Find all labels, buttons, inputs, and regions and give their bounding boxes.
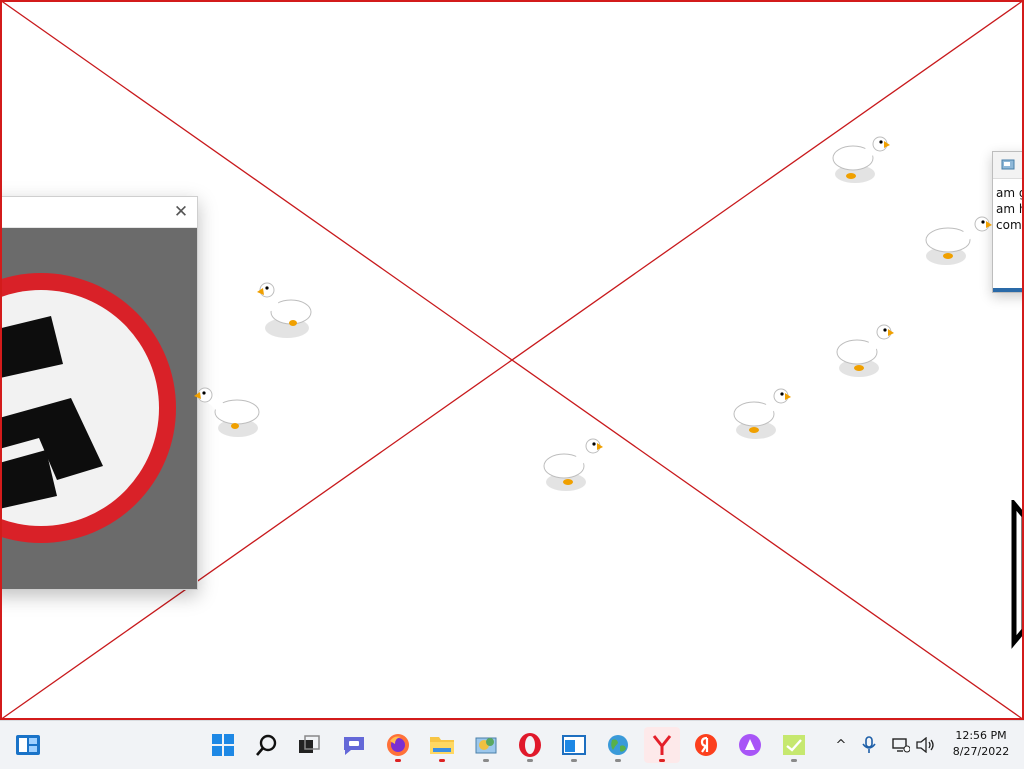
goose-sprite bbox=[832, 136, 890, 183]
clock[interactable]: 12:56 PM 8/27/2022 bbox=[943, 728, 1019, 760]
close-button[interactable]: ✕ bbox=[171, 202, 191, 222]
app-icon bbox=[1001, 159, 1015, 170]
note-icon[interactable] bbox=[776, 727, 812, 763]
popup-image bbox=[0, 228, 197, 589]
network-icon[interactable] bbox=[890, 721, 912, 769]
running-indicator bbox=[439, 759, 445, 762]
goose-sprite bbox=[925, 216, 992, 265]
goose-sprite bbox=[733, 388, 791, 439]
goose-sprite bbox=[543, 438, 603, 491]
goose-sprite bbox=[836, 324, 894, 377]
volume-icon[interactable] bbox=[915, 721, 937, 769]
goose-sprite bbox=[194, 387, 260, 437]
prohibited-symbol-image bbox=[0, 228, 197, 588]
globe-icon[interactable] bbox=[600, 727, 636, 763]
file-explorer-icon[interactable] bbox=[424, 727, 460, 763]
running-indicator bbox=[791, 759, 797, 762]
image-popup-window[interactable]: ✕ bbox=[0, 196, 198, 590]
clock-time: 12:56 PM bbox=[955, 729, 1007, 742]
message-window[interactable]: am g am h comp bbox=[992, 151, 1024, 293]
widgets-icon[interactable] bbox=[10, 727, 46, 763]
running-indicator bbox=[571, 759, 577, 762]
desktop: ✕ am g am h comp bbox=[0, 0, 1024, 720]
task-view-icon[interactable] bbox=[291, 727, 327, 763]
running-indicator bbox=[659, 759, 665, 762]
control-panel-icon[interactable] bbox=[468, 727, 504, 763]
running-indicator bbox=[483, 759, 489, 762]
opera-icon[interactable] bbox=[512, 727, 548, 763]
goose-sprite bbox=[257, 282, 312, 338]
clock-date: 8/27/2022 bbox=[952, 745, 1010, 758]
running-indicator bbox=[527, 759, 533, 762]
search-icon[interactable] bbox=[249, 727, 285, 763]
show-hidden-icons-chevron[interactable]: ^ bbox=[830, 721, 852, 769]
microphone-icon[interactable] bbox=[858, 721, 880, 769]
firefox-icon[interactable] bbox=[380, 727, 416, 763]
app-window-icon[interactable] bbox=[556, 727, 592, 763]
cursor-icon bbox=[1011, 500, 1024, 649]
window-accent-bar bbox=[993, 288, 1024, 292]
message-window-titlebar[interactable] bbox=[993, 152, 1024, 179]
taskbar: ^ 12:56 PM 8/27/2022 bbox=[0, 720, 1024, 769]
running-indicator bbox=[395, 759, 401, 762]
alice-icon[interactable] bbox=[732, 727, 768, 763]
chat-icon[interactable] bbox=[336, 727, 372, 763]
start-icon[interactable] bbox=[205, 727, 241, 763]
running-indicator bbox=[615, 759, 621, 762]
popup-titlebar[interactable]: ✕ bbox=[0, 197, 197, 228]
message-text: am g am h comp bbox=[996, 186, 1024, 232]
yandex-icon[interactable] bbox=[688, 727, 724, 763]
yandex-browser-icon[interactable] bbox=[644, 727, 680, 763]
